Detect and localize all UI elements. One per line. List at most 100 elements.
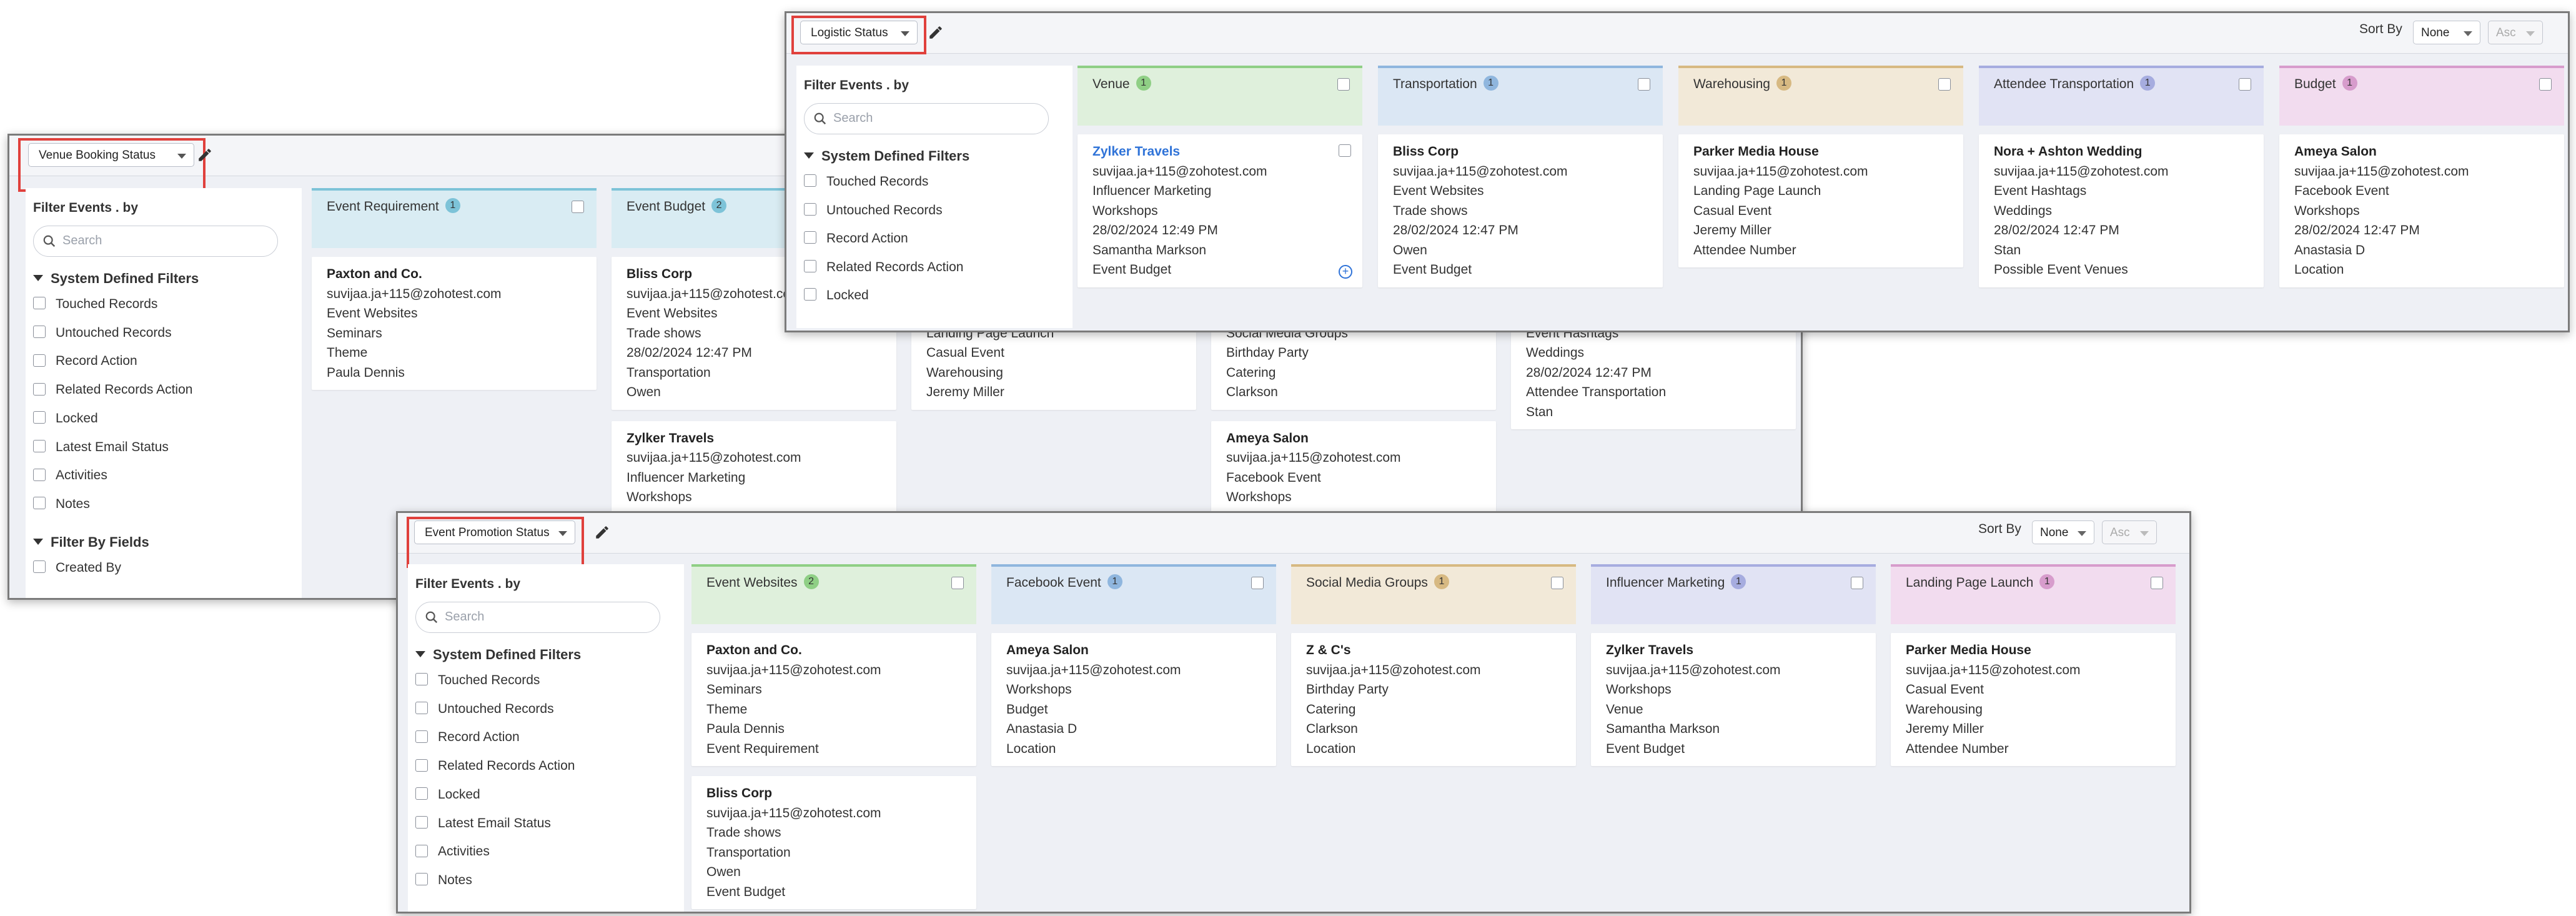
record-card[interactable]: Ameya Salon suvijaa.ja+115@zohotest.com Wo…: [991, 633, 1276, 766]
card-title[interactable]: Ameya Salon: [1226, 429, 1481, 449]
filter-option[interactable]: Record Action: [415, 730, 520, 745]
filter-option[interactable]: Related Records Action: [415, 759, 575, 774]
card-title[interactable]: Nora + Ashton Wedding: [1994, 142, 2249, 162]
filter-option[interactable]: Activities: [415, 844, 490, 859]
record-card[interactable]: Ameya Salon suvijaa.ja+115@zohotest.com Fa…: [2279, 134, 2564, 287]
select-all-checkbox[interactable]: [2151, 577, 2163, 589]
select-all-checkbox[interactable]: [951, 577, 964, 589]
filter-option[interactable]: Untouched Records: [804, 203, 943, 218]
select-all-checkbox[interactable]: [2539, 78, 2552, 91]
filter-checkbox[interactable]: [415, 873, 428, 886]
filter-checkbox[interactable]: [415, 815, 428, 829]
filter-option[interactable]: Latest Email Status: [33, 440, 169, 455]
record-card[interactable]: Z & C's suvijaa.ja+115@zohotest.com Birthd…: [1291, 633, 1576, 766]
system-filters-header[interactable]: System Defined Filters: [33, 271, 199, 287]
filter-option[interactable]: Untouched Records: [415, 702, 554, 717]
filter-checkbox[interactable]: [33, 439, 46, 452]
card-title[interactable]: Zylker Travels: [1092, 142, 1347, 162]
card-field: Seminars: [327, 326, 382, 341]
filter-option[interactable]: Untouched Records: [33, 326, 172, 341]
filter-option[interactable]: Touched Records: [33, 297, 157, 312]
record-card[interactable]: Zylker Travels suvijaa.ja+115@zohotest.co…: [1077, 134, 1362, 287]
filter-checkbox[interactable]: [33, 354, 46, 367]
card-title[interactable]: Bliss Corp: [706, 784, 961, 804]
record-card[interactable]: Nora + Ashton Wedding suvijaa.ja+115@zoho…: [1979, 134, 2264, 287]
filter-option[interactable]: Related Records Action: [804, 260, 963, 275]
pencil-icon[interactable]: [197, 147, 213, 163]
record-card[interactable]: Paxton and Co. suvijaa.ja+115@zohotest.co…: [691, 633, 976, 766]
card-title[interactable]: Parker Media House: [1906, 640, 2161, 660]
filter-checkbox[interactable]: [415, 759, 428, 772]
filter-checkbox[interactable]: [33, 326, 46, 339]
record-card[interactable]: Parker Media House suvijaa.ja+115@zohotes…: [1891, 633, 2176, 766]
filter-option[interactable]: Locked: [33, 411, 98, 426]
filter-checkbox[interactable]: [33, 560, 46, 574]
filter-checkbox[interactable]: [415, 787, 428, 800]
search-input[interactable]: Search: [415, 602, 660, 633]
record-card[interactable]: Bliss Corp suvijaa.ja+115@zohotest.com Tra…: [691, 776, 976, 909]
card-title[interactable]: Zylker Travels: [627, 429, 881, 449]
filter-checkbox[interactable]: [415, 844, 428, 857]
pencil-icon[interactable]: [928, 24, 944, 41]
record-card[interactable]: Bliss Corp suvijaa.ja+115@zohotest.com Eve…: [1378, 134, 1663, 287]
system-filters-header[interactable]: System Defined Filters: [415, 647, 581, 663]
filter-option[interactable]: Touched Records: [415, 673, 540, 688]
record-card[interactable]: Zylker Travels suvijaa.ja+115@zohotest.co…: [1591, 633, 1876, 766]
filter-option[interactable]: Record Action: [804, 231, 908, 246]
card-title[interactable]: Paxton and Co.: [706, 640, 961, 660]
filter-by-fields-header[interactable]: Filter By Fields: [33, 534, 149, 550]
filter-checkbox[interactable]: [33, 297, 46, 310]
filter-checkbox[interactable]: [804, 202, 816, 216]
card-title[interactable]: Ameya Salon: [2294, 142, 2549, 162]
card-title[interactable]: Paxton and Co.: [327, 264, 582, 284]
filter-checkbox[interactable]: [33, 411, 46, 424]
pencil-icon[interactable]: [594, 524, 610, 540]
filter-option[interactable]: Record Action: [33, 354, 137, 369]
filter-title: Filter Events . by: [415, 577, 521, 591]
filter-checkbox[interactable]: [804, 259, 816, 272]
filter-option[interactable]: Locked: [804, 288, 869, 303]
filter-option[interactable]: Notes: [415, 873, 472, 888]
filter-checkbox[interactable]: [33, 468, 46, 481]
card-checkbox[interactable]: [1339, 144, 1351, 157]
system-filters-header[interactable]: System Defined Filters: [804, 148, 969, 164]
filter-checkbox[interactable]: [415, 702, 428, 715]
select-all-checkbox[interactable]: [1251, 577, 1264, 589]
select-all-checkbox[interactable]: [2239, 78, 2251, 91]
filter-option[interactable]: Activities: [33, 468, 107, 483]
select-all-checkbox[interactable]: [1938, 78, 1951, 91]
filter-option[interactable]: Related Records Action: [33, 382, 192, 397]
sort-order-dropdown[interactable]: Asc: [2488, 21, 2543, 44]
filter-checkbox[interactable]: [33, 497, 46, 510]
filter-option[interactable]: Touched Records: [804, 174, 928, 189]
filter-checkbox[interactable]: [804, 288, 816, 301]
card-title[interactable]: Bliss Corp: [1393, 142, 1648, 162]
select-all-checkbox[interactable]: [1551, 577, 1563, 589]
add-circle-icon[interactable]: +: [1339, 264, 1352, 279]
sort-field-dropdown[interactable]: None: [2032, 520, 2094, 544]
card-title[interactable]: Z & C's: [1306, 640, 1561, 660]
select-all-checkbox[interactable]: [572, 201, 584, 213]
record-card[interactable]: Parker Media House suvijaa.ja+115@zohotes…: [1678, 134, 1963, 267]
filter-option[interactable]: Notes: [33, 497, 90, 512]
select-all-checkbox[interactable]: [1337, 78, 1350, 91]
filter-option[interactable]: Latest Email Status: [415, 816, 551, 831]
select-all-checkbox[interactable]: [1638, 78, 1650, 91]
sort-order-dropdown[interactable]: Asc: [2102, 520, 2157, 544]
filter-checkbox[interactable]: [415, 730, 428, 743]
search-input[interactable]: Search: [804, 103, 1049, 134]
filter-checkbox[interactable]: [804, 174, 816, 187]
filter-checkbox[interactable]: [804, 231, 816, 244]
filter-checkbox[interactable]: [415, 673, 428, 686]
search-input[interactable]: Search: [33, 226, 278, 257]
card-title[interactable]: Ameya Salon: [1006, 640, 1261, 660]
card-title[interactable]: Zylker Travels: [1606, 640, 1861, 660]
card-title[interactable]: Parker Media House: [1693, 142, 1948, 162]
filter-checkbox[interactable]: [33, 382, 46, 396]
sort-field-dropdown[interactable]: None: [2413, 21, 2480, 44]
filter-option[interactable]: Locked: [415, 787, 480, 802]
record-card[interactable]: Paxton and Co. suvijaa.ja+115@zohotest.co…: [312, 257, 597, 390]
select-all-checkbox[interactable]: [1851, 577, 1863, 589]
filter-option[interactable]: Created By: [33, 560, 121, 575]
card-field: Event Requirement: [706, 741, 819, 756]
